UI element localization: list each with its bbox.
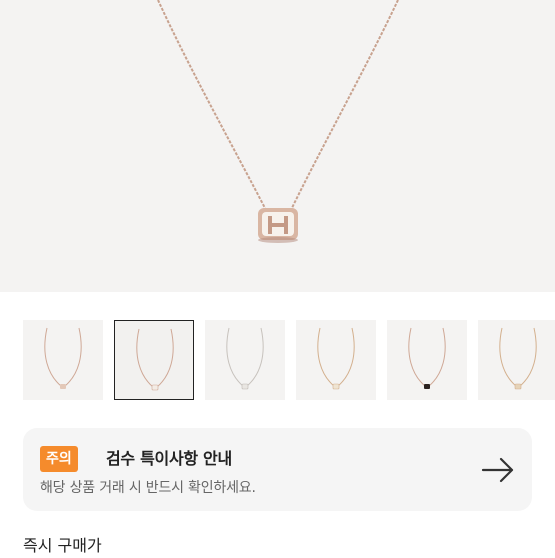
thumbnail-4[interactable] — [296, 320, 376, 400]
thumbnail-1[interactable] — [23, 320, 103, 400]
thumbnail-3[interactable] — [205, 320, 285, 400]
product-hero-image — [0, 0, 555, 292]
thumbnail-strip — [0, 320, 555, 400]
notice-subtitle: 해당 상품 거래 시 반드시 확인하세요. — [40, 480, 256, 496]
notice-title: 검수 특이사항 안내 — [106, 449, 232, 468]
instant-buy-price-label: 즉시 구매가 — [23, 536, 102, 555]
thumbnail-6[interactable] — [478, 320, 555, 400]
thumbnail-2-selected[interactable] — [114, 320, 194, 400]
thumbnail-5[interactable] — [387, 320, 467, 400]
arrow-right-icon[interactable] — [480, 452, 516, 488]
inspection-notice-card[interactable]: 주의 검수 특이사항 안내 해당 상품 거래 시 반드시 확인하세요. — [23, 428, 532, 511]
caution-badge: 주의 — [40, 446, 78, 472]
